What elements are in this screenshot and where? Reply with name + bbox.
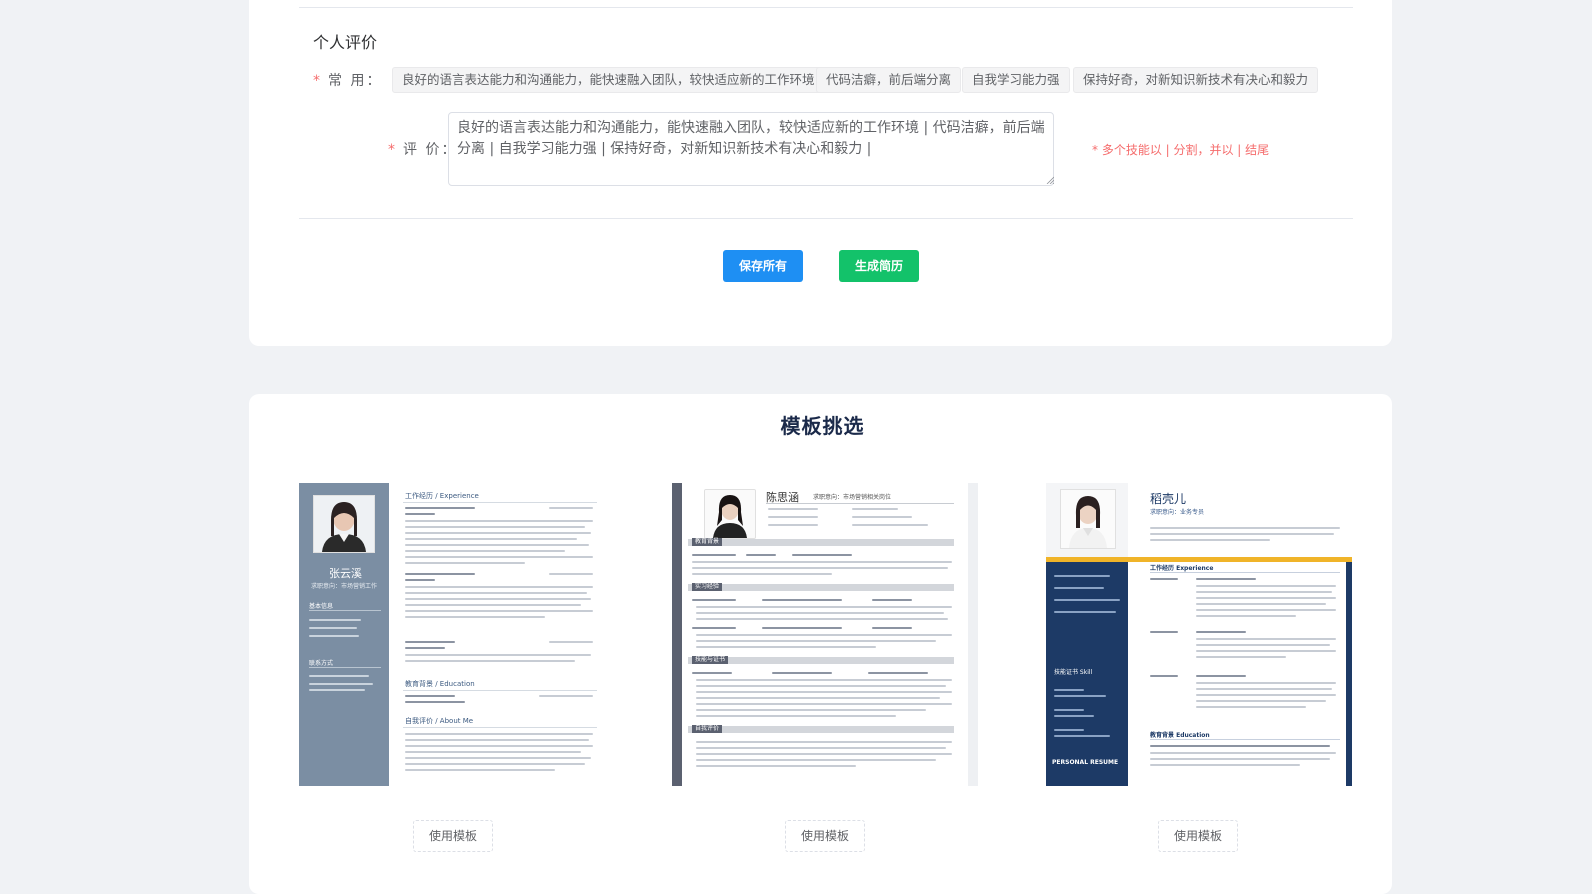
resume-section-heading: 教育背景 Education [1150,732,1210,739]
common-tag-2[interactable]: 代码洁癖，前后端分离 [816,67,962,93]
template-thumbnail-3[interactable]: 稻壳儿 求职意向：业务专员 技能证书 Skill PERSONAL RESUME… [1046,483,1352,786]
avatar [704,489,756,539]
template-thumbnail-1[interactable]: 张云溪 求职意向：市场营销工作 基本信息 联系方式 工作经历 / Experie… [299,483,605,786]
use-template-button-2[interactable]: 使用模板 [785,820,865,852]
template-section-title: 模板挑选 [780,414,865,438]
resume-section-heading: 工作经历 / Experience [405,492,479,500]
avatar [1060,489,1116,549]
evaluation-textarea[interactable]: 良好的语言表达能力和沟通能力，能快速融入团队，较快适应新的工作环境 | 代码洁癖… [448,112,1054,186]
required-mark: * [313,73,322,89]
common-tag-4[interactable]: 保持好奇，对新知识新技术有决心和毅力 [1073,67,1319,93]
use-template-button-1[interactable]: 使用模板 [413,820,493,852]
resume-sidebar [672,483,682,786]
resume-section-heading: 教育背景 / Education [405,680,475,688]
divider-top [299,7,1353,8]
resume-intent: 求职意向：市场营销相关岗位 [813,494,892,501]
resume-section-heading: 自我评价 [692,725,723,733]
resume-name: 稻壳儿 [1150,492,1187,506]
resume-section-heading: 工作经历 Experience [1150,565,1214,572]
resume-footer: PERSONAL RESUME [1052,759,1119,766]
resume-name: 张云溪 [329,567,362,580]
divider-bottom [299,218,1353,219]
common-label: * 常 用： [313,73,383,89]
required-mark: * [388,142,397,158]
common-tag-3[interactable]: 自我学习能力强 [962,67,1070,93]
sidebar-heading: 技能证书 Skill [1054,669,1093,676]
resume-intent: 求职意向：市场营销工作 [311,583,378,590]
separator-hint: * 多个技能以 | 分割，并以 | 结尾 [1092,143,1270,157]
resume-intent: 求职意向：业务专员 [1150,509,1205,516]
common-tag-1[interactable]: 良好的语言表达能力和沟通能力，能快速融入团队，较快适应新的工作环境 [392,67,825,93]
resume-section-heading: 实习经验 [692,583,723,591]
sidebar-heading: 基本信息 [309,603,334,610]
section-title: 个人评价 [313,33,378,52]
save-all-button[interactable]: 保存所有 [723,250,803,282]
resume-section-heading: 自我评价 / About Me [405,717,474,725]
use-template-button-3[interactable]: 使用模板 [1158,820,1238,852]
resume-section-heading: 教育背景 [692,538,723,546]
resize-grip-icon[interactable] [1046,176,1054,184]
avatar [313,495,375,553]
resume-section-heading: 技能与证书 [692,656,729,664]
generate-resume-button[interactable]: 生成简历 [839,250,919,282]
template-thumbnail-2[interactable]: 陈思涵 求职意向：市场营销相关岗位 教育背景 实习经验 技能与证书 自我评价 [672,483,978,786]
sidebar-heading: 联系方式 [309,660,334,667]
